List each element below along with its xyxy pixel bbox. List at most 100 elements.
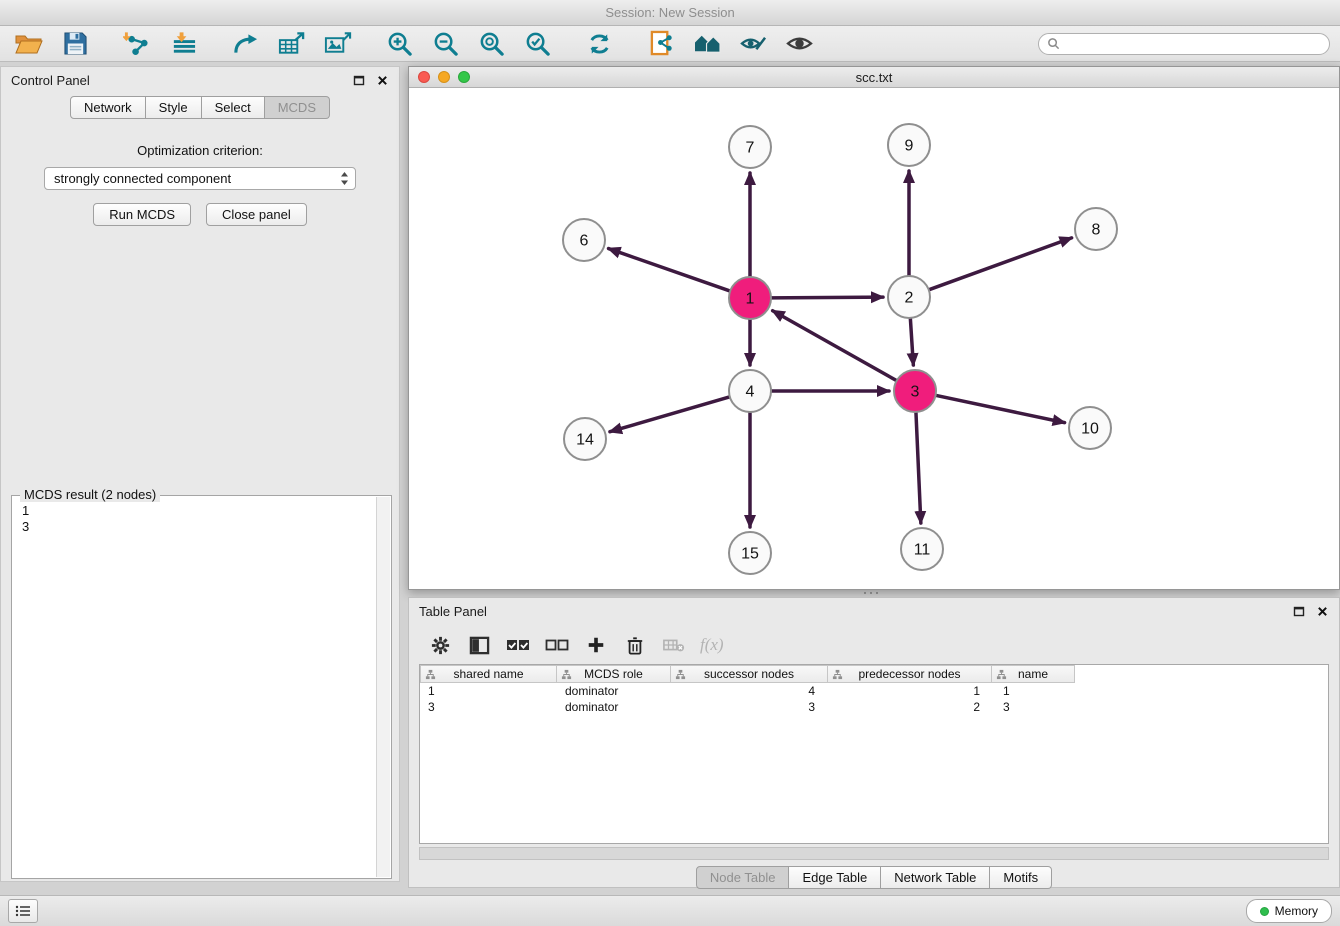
column-header-successor-nodes[interactable]: successor nodes	[670, 665, 828, 683]
table-horizontal-scrollbar[interactable]	[419, 847, 1329, 860]
graph-edge-1-2[interactable]	[771, 297, 883, 298]
horizontal-splitter-handle[interactable]	[864, 592, 882, 594]
network-window-title: scc.txt	[409, 70, 1339, 85]
file-group	[10, 28, 94, 60]
layout-group	[580, 28, 618, 60]
window-titlebar: Session: New Session	[0, 0, 1340, 26]
column-header-label: name	[1018, 667, 1048, 681]
tab-motifs[interactable]: Motifs	[990, 866, 1052, 889]
deselect-all-icon[interactable]	[544, 633, 570, 657]
table-cell[interactable]: 4	[672, 684, 830, 698]
tab-style[interactable]: Style	[146, 96, 202, 119]
import-table-icon[interactable]	[164, 28, 202, 60]
memory-status-icon	[1260, 907, 1269, 916]
add-column-icon[interactable]	[583, 633, 609, 657]
table-cell[interactable]: 3	[420, 700, 557, 714]
show-all-views-icon[interactable]	[688, 28, 726, 60]
tab-node-table[interactable]: Node Table	[696, 866, 790, 889]
table-row[interactable]: 1dominator411	[420, 683, 1328, 699]
tab-network-table[interactable]: Network Table	[881, 866, 990, 889]
export-table-icon[interactable]	[272, 28, 310, 60]
graph-node-label-11: 11	[914, 542, 931, 559]
graph-edge-3-1[interactable]	[773, 311, 897, 381]
tab-mcds[interactable]: MCDS	[265, 96, 330, 119]
zoom-fit-icon[interactable]	[472, 28, 510, 60]
zoom-group	[380, 28, 556, 60]
status-bar: Memory	[0, 895, 1340, 926]
table-cell[interactable]: dominator	[557, 700, 672, 714]
table-cell[interactable]: 2	[830, 700, 995, 714]
float-panel-icon[interactable]	[352, 73, 366, 87]
table-cell[interactable]: 1	[420, 684, 557, 698]
table-cell[interactable]: 1	[995, 684, 1079, 698]
table-panel-title: Table Panel	[419, 604, 487, 619]
tab-network[interactable]: Network	[70, 96, 146, 119]
table-row[interactable]: 3dominator323	[420, 699, 1328, 715]
close-window-icon[interactable]	[418, 71, 430, 83]
control-panel: Control Panel Network Style Select MCDS …	[0, 66, 400, 882]
table-settings-icon[interactable]	[427, 633, 453, 657]
table-header-row: shared nameMCDS rolesuccessor nodesprede…	[420, 665, 1328, 683]
run-mcds-button[interactable]: Run MCDS	[93, 203, 191, 226]
column-tree-icon	[425, 669, 436, 680]
graph-node-label-14: 14	[576, 432, 594, 449]
network-canvas[interactable]: 7968124310141511	[409, 88, 1339, 590]
zoom-out-icon[interactable]	[426, 28, 464, 60]
clone-network-icon[interactable]	[642, 28, 680, 60]
graph-node-label-8: 8	[1092, 222, 1101, 239]
graph-edge-2-8[interactable]	[929, 238, 1072, 290]
search-input[interactable]	[1065, 36, 1321, 52]
zoom-in-icon[interactable]	[380, 28, 418, 60]
table-cell[interactable]: dominator	[557, 684, 672, 698]
select-all-icon[interactable]	[505, 633, 531, 657]
table-cell[interactable]: 3	[672, 700, 830, 714]
maximize-window-icon[interactable]	[458, 71, 470, 83]
vertical-splitter[interactable]	[400, 66, 408, 882]
column-header-shared-name[interactable]: shared name	[420, 665, 557, 683]
criterion-value: strongly connected component	[54, 171, 340, 186]
network-window-titlebar[interactable]: scc.txt	[409, 67, 1339, 88]
task-history-icon[interactable]	[8, 899, 38, 923]
criterion-dropdown[interactable]: strongly connected component	[44, 167, 356, 190]
graph-node-label-1: 1	[746, 291, 755, 308]
import-network-icon[interactable]	[118, 28, 156, 60]
visual-styles-icon[interactable]	[734, 28, 772, 60]
graph-edge-4-14[interactable]	[610, 397, 730, 432]
delete-icon[interactable]	[622, 633, 648, 657]
column-header-name[interactable]: name	[991, 665, 1075, 683]
graph-edge-2-3[interactable]	[910, 318, 913, 365]
graph-node-label-15: 15	[741, 546, 759, 563]
table-cell[interactable]: 3	[995, 700, 1079, 714]
mcds-result-box: MCDS result (2 nodes) 1 3	[11, 495, 392, 879]
column-header-predecessor-nodes[interactable]: predecessor nodes	[827, 665, 992, 683]
export-network-icon[interactable]	[226, 28, 264, 60]
close-panel-icon[interactable]	[375, 73, 389, 87]
zoom-selected-icon[interactable]	[518, 28, 556, 60]
search-field[interactable]	[1038, 33, 1330, 55]
float-table-panel-icon[interactable]	[1292, 604, 1306, 618]
export-group	[226, 28, 356, 60]
column-tree-icon	[561, 669, 572, 680]
graph-edge-3-10[interactable]	[936, 395, 1065, 422]
show-columns-icon[interactable]	[466, 633, 492, 657]
export-image-icon[interactable]	[318, 28, 356, 60]
close-panel-button[interactable]: Close panel	[206, 203, 307, 226]
table-cell[interactable]: 1	[830, 684, 995, 698]
apply-layout-icon[interactable]	[580, 28, 618, 60]
tab-select[interactable]: Select	[202, 96, 265, 119]
open-session-icon[interactable]	[10, 28, 48, 60]
mcds-result-title: MCDS result (2 nodes)	[20, 487, 160, 502]
save-session-icon[interactable]	[56, 28, 94, 60]
graph-node-label-3: 3	[911, 384, 920, 401]
minimize-window-icon[interactable]	[438, 71, 450, 83]
tab-edge-table[interactable]: Edge Table	[789, 866, 881, 889]
graph-edge-1-6[interactable]	[609, 249, 731, 291]
column-header-MCDS-role[interactable]: MCDS role	[556, 665, 671, 683]
close-table-panel-icon[interactable]	[1315, 604, 1329, 618]
network-window: scc.txt 7968124310141511	[408, 66, 1340, 590]
show-hide-icon[interactable]	[780, 28, 818, 60]
control-panel-title: Control Panel	[11, 73, 90, 88]
memory-button[interactable]: Memory	[1246, 899, 1332, 923]
graph-edge-3-11[interactable]	[916, 412, 921, 523]
result-scrollbar[interactable]	[376, 497, 390, 877]
